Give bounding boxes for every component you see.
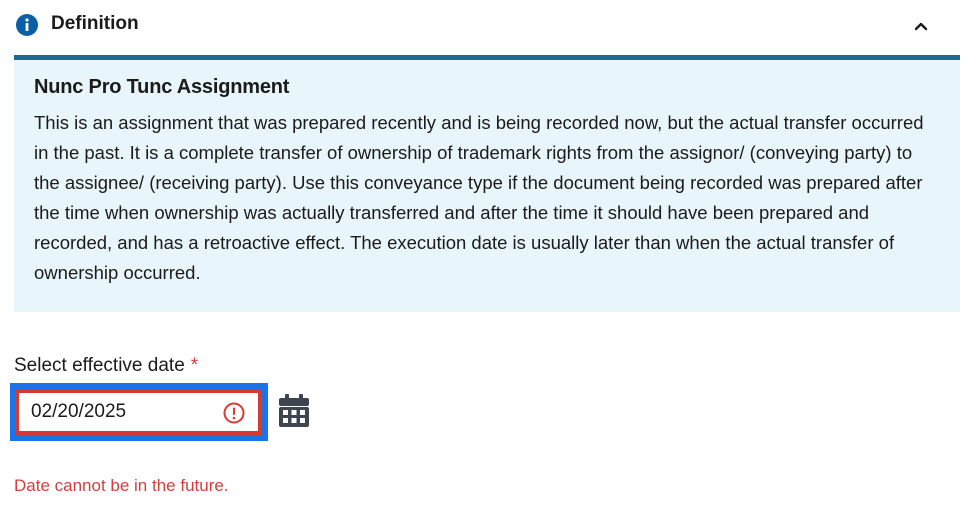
definition-panel: Nunc Pro Tunc Assignment This is an assi… (14, 60, 960, 312)
date-error-message: Date cannot be in the future. (14, 476, 229, 495)
accordion-title: Definition (51, 13, 139, 34)
definition-body: This is an assignment that was prepared … (34, 112, 924, 283)
alert-circle-icon (223, 402, 245, 424)
info-circle-icon (16, 14, 38, 36)
chevron-up-icon[interactable] (912, 17, 930, 35)
required-marker: * (190, 355, 199, 376)
effective-date-label: Select effective date * (14, 355, 198, 377)
definition-title: Nunc Pro Tunc Assignment (34, 76, 290, 98)
calendar-icon[interactable] (277, 393, 311, 429)
effective-date-label-text: Select effective date (14, 355, 185, 376)
definition-accordion-header[interactable]: Definition (0, 0, 960, 54)
